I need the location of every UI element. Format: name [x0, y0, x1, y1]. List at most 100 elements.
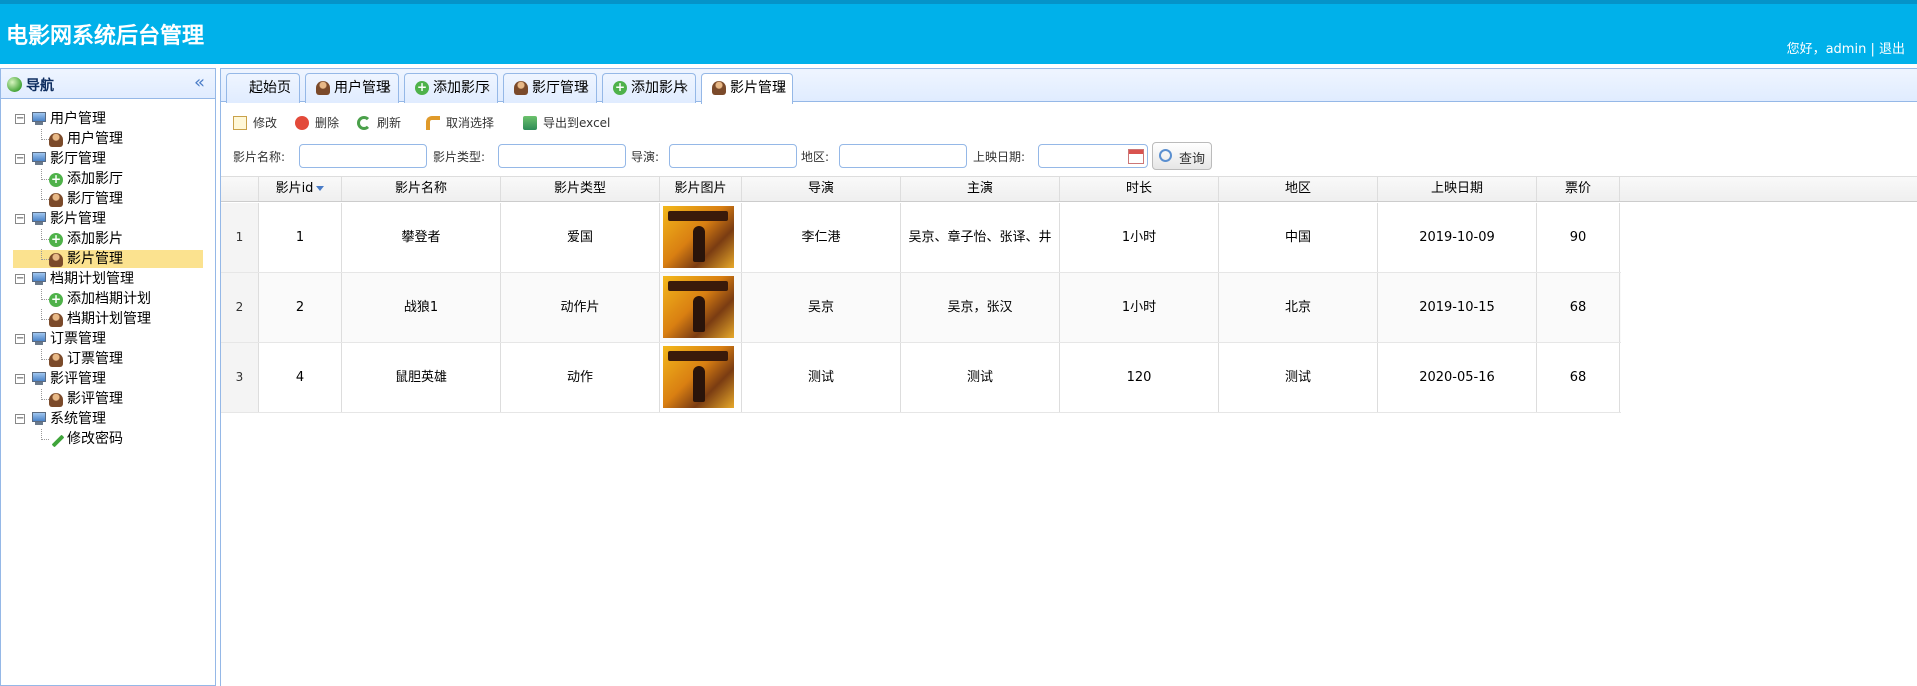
tree-group-label: 影片管理	[50, 211, 106, 227]
collapse-toggle-icon[interactable]: −	[15, 414, 25, 424]
cell-name: 攀登者	[342, 203, 501, 272]
collapse-toggle-icon[interactable]: −	[15, 274, 25, 284]
release-date-picker[interactable]	[1038, 144, 1148, 168]
tab-1[interactable]: 用户管理 ×	[305, 73, 399, 103]
cell-image	[660, 343, 742, 412]
movie-name-input[interactable]	[299, 144, 427, 168]
close-icon[interactable]: ×	[580, 74, 590, 102]
computer-icon	[31, 372, 47, 385]
sidebar-item-2-0[interactable]: + 添加影片	[1, 229, 215, 249]
user-icon	[49, 133, 63, 147]
col-header-image[interactable]: 影片图片	[660, 177, 742, 201]
sidebar-item-label: 添加影厅	[67, 171, 123, 187]
tab-0[interactable]: 起始页	[226, 73, 300, 103]
col-header-duration[interactable]: 时长	[1060, 177, 1219, 201]
sidebar-item-1-0[interactable]: + 添加影厅	[1, 169, 215, 189]
table-row[interactable]: 1 1 攀登者 爱国 李仁港 吴京、章子怡、张译、井 1小时 中国 2019-10-09 90	[221, 203, 1621, 273]
main-area: 起始页 用户管理 × + 添加影厅 × 影厅管理 × + 添加影片 × 影片管理 × 修改 删除 刷新 …	[220, 68, 1917, 686]
movie-type-input[interactable]	[498, 144, 626, 168]
user-icon	[712, 81, 726, 95]
delete-icon	[295, 116, 309, 130]
col-header-type[interactable]: 影片类型	[501, 177, 660, 201]
tree-group-4[interactable]: − 订票管理	[1, 329, 215, 349]
tab-label: 起始页	[249, 80, 291, 96]
user-icon	[514, 81, 528, 95]
cell-name: 鼠胆英雄	[342, 343, 501, 412]
sidebar-title: 导航	[26, 78, 54, 94]
col-header-id[interactable]: 影片id	[259, 177, 342, 201]
region-input[interactable]	[839, 144, 967, 168]
user-icon	[49, 353, 63, 367]
sidebar-item-1-1[interactable]: 影厅管理	[1, 189, 215, 209]
add-icon: +	[49, 292, 63, 307]
sidebar-item-3-0[interactable]: + 添加档期计划	[1, 289, 215, 309]
calendar-icon[interactable]	[1128, 149, 1144, 164]
tree-group-0[interactable]: − 用户管理	[1, 109, 215, 129]
top-header: 电影网系统后台管理 您好，admin | 退出	[0, 0, 1917, 64]
close-icon[interactable]: ×	[679, 74, 689, 102]
tree-connector	[41, 169, 49, 180]
release-date-label: 上映日期:	[973, 150, 1026, 164]
tree-group-1[interactable]: − 影厅管理	[1, 149, 215, 169]
table-row[interactable]: 3 4 鼠胆英雄 动作 测试 测试 120 测试 2020-05-16 68	[221, 343, 1621, 413]
tree-group-3[interactable]: − 档期计划管理	[1, 269, 215, 289]
collapse-toggle-icon[interactable]: −	[15, 114, 25, 124]
tree-group-6[interactable]: − 系统管理	[1, 409, 215, 429]
cell-image	[660, 203, 742, 272]
tab-5[interactable]: 影片管理 ×	[701, 73, 793, 104]
collapse-toggle-icon[interactable]: −	[15, 334, 25, 344]
collapse-toggle-icon[interactable]: −	[15, 214, 25, 224]
globe-icon	[7, 77, 22, 92]
tree-connector	[41, 229, 49, 240]
sidebar-item-6-0[interactable]: 修改密码	[1, 429, 215, 449]
sidebar: 导航 « − 用户管理 用户管理 − 影厅管理 + 添加影厅 影厅管理 − 影片管理 + 添加影片 影片…	[0, 68, 216, 686]
user-icon	[49, 253, 63, 267]
tree-group-label: 影厅管理	[50, 151, 106, 167]
region-label: 地区:	[801, 150, 830, 164]
sidebar-item-5-0[interactable]: 影评管理	[1, 389, 215, 409]
undo-icon	[426, 116, 440, 130]
close-icon[interactable]: ×	[776, 74, 786, 102]
table-row[interactable]: 2 2 战狼1 动作片 吴京 吴京，张汉 1小时 北京 2019-10-15 68	[221, 273, 1621, 343]
logout-link[interactable]: 退出	[1879, 42, 1905, 57]
close-icon[interactable]: ×	[382, 74, 392, 102]
add-icon: +	[49, 232, 63, 247]
collapse-toggle-icon[interactable]: −	[15, 374, 25, 384]
director-input[interactable]	[669, 144, 797, 168]
cell-price: 68	[1537, 273, 1620, 342]
sidebar-item-0-0[interactable]: 用户管理	[1, 129, 215, 149]
cell-date: 2019-10-15	[1378, 273, 1537, 342]
tree-group-label: 档期计划管理	[50, 271, 134, 287]
col-header-date[interactable]: 上映日期	[1378, 177, 1537, 201]
sidebar-item-label: 修改密码	[67, 431, 123, 447]
col-header-director[interactable]: 导演	[742, 177, 901, 201]
tab-4[interactable]: + 添加影片 ×	[602, 73, 696, 103]
col-header-actors[interactable]: 主演	[901, 177, 1060, 201]
col-header-name[interactable]: 影片名称	[342, 177, 501, 201]
sidebar-item-2-1[interactable]: 影片管理	[1, 249, 215, 269]
tree-connector	[41, 289, 49, 300]
collapse-toggle-icon[interactable]: −	[15, 154, 25, 164]
tree-connector	[41, 189, 49, 200]
close-icon[interactable]: ×	[481, 74, 491, 102]
tab-2[interactable]: + 添加影厅 ×	[404, 73, 498, 103]
tab-3[interactable]: 影厅管理 ×	[503, 73, 597, 103]
sidebar-item-3-1[interactable]: 档期计划管理	[1, 309, 215, 329]
director-label: 导演:	[631, 150, 660, 164]
search-button[interactable]: 查询	[1152, 142, 1212, 170]
movie-poster-image	[663, 276, 734, 338]
cell-region: 北京	[1219, 273, 1378, 342]
sidebar-item-4-0[interactable]: 订票管理	[1, 349, 215, 369]
col-header-price[interactable]: 票价	[1537, 177, 1620, 201]
cell-rownum: 2	[221, 273, 259, 342]
cell-rownum: 1	[221, 203, 259, 272]
cell-region: 测试	[1219, 343, 1378, 412]
grid-header: 影片id 影片名称 影片类型 影片图片 导演 主演 时长 地区 上映日期 票价	[221, 176, 1917, 202]
col-header-region[interactable]: 地区	[1219, 177, 1378, 201]
collapse-icon[interactable]: «	[194, 72, 205, 93]
movie-name-label: 影片名称:	[233, 150, 286, 164]
cell-date: 2020-05-16	[1378, 343, 1537, 412]
cell-region: 中国	[1219, 203, 1378, 272]
tree-group-2[interactable]: − 影片管理	[1, 209, 215, 229]
tree-group-5[interactable]: − 影评管理	[1, 369, 215, 389]
